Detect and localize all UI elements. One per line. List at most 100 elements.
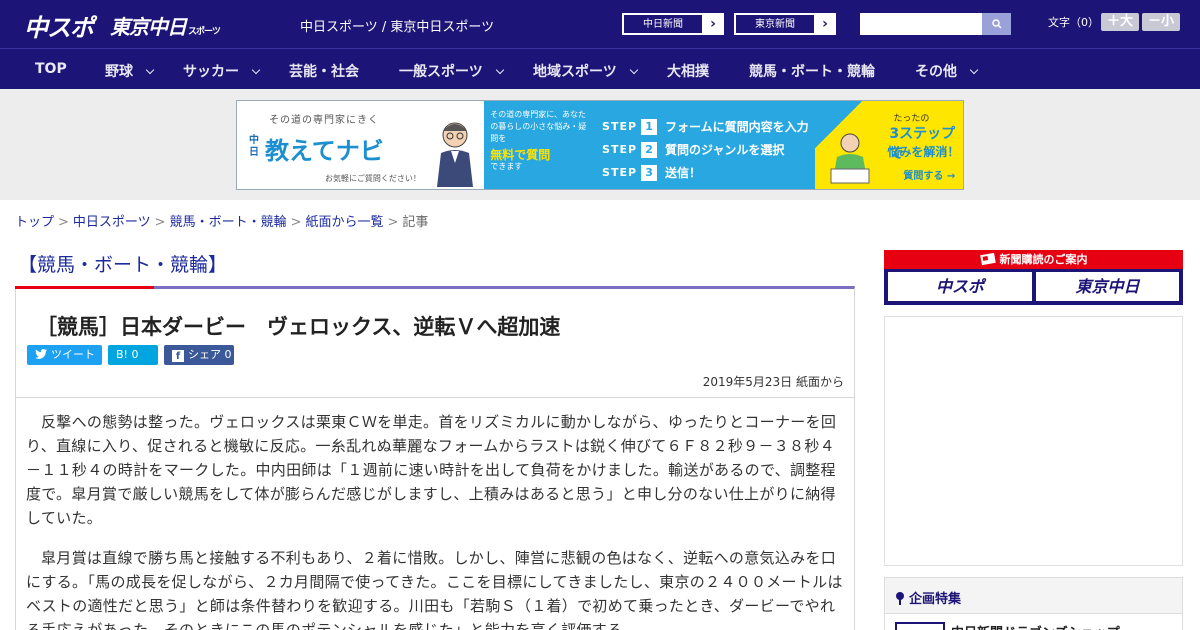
feature-item[interactable]: 中日新聞ドラゴンズショップ xyxy=(885,613,1182,630)
step-number: 2 xyxy=(641,141,658,158)
nav-item-label: 芸能・社会 xyxy=(289,64,359,80)
nav-item-baseball[interactable]: 野球 xyxy=(105,61,155,81)
chevron-down-icon xyxy=(969,65,979,75)
feature-title-text: 企画特集 xyxy=(909,592,962,607)
nav-item-racing[interactable]: 競馬・ボート・競輪 xyxy=(749,61,875,81)
banner-brand-sub: お気軽にご質問ください！ xyxy=(325,174,421,183)
nav-item-label: 一般スポーツ xyxy=(399,64,483,80)
nav-item-regional-sports[interactable]: 地域スポーツ xyxy=(533,61,638,81)
tokyo-chunichi-logo-sub: スポーツ xyxy=(188,27,221,37)
chevron-down-icon xyxy=(251,65,261,75)
chunichi-shimbun-link[interactable]: 中日新聞 › xyxy=(622,13,724,35)
step-number: 3 xyxy=(641,164,658,181)
banner-r3: 悩みを解消！ xyxy=(887,145,960,159)
chevron-down-icon xyxy=(495,65,504,75)
banner-brand: 教えてナビ xyxy=(265,137,384,165)
nav-item-top[interactable]: TOP xyxy=(35,61,67,77)
step-word: STEP xyxy=(602,166,638,179)
hatena-bookmark-button[interactable]: B! 0 xyxy=(108,345,158,365)
nav-item-label: TOP xyxy=(35,61,67,77)
main-nav: TOP 野球 サッカー 芸能・社会 一般スポーツ 地域スポーツ 大相撲 競馬・ボ… xyxy=(0,48,1200,89)
banner-tagline: その道の専門家にきく xyxy=(269,115,379,126)
oshiete-navi-ad-banner[interactable]: その道の専門家にきく 中日 教えてナビ お気軽にご質問ください！ その道の専門家… xyxy=(236,100,964,190)
accent-bar xyxy=(15,286,154,289)
breadcrumb-separator: > xyxy=(58,215,69,230)
banner-steps: STEP 1 フォームに質問内容を入力 STEP 2 質問のジャンルを選択 STEP 3 送… xyxy=(596,101,816,189)
nav-item-label: 地域スポーツ xyxy=(533,64,617,80)
breadcrumb-separator: > xyxy=(290,215,302,230)
twitter-icon xyxy=(35,349,47,359)
category-title: 【競馬・ボート・競輪】 xyxy=(18,254,228,276)
banner-brand-panel: その道の専門家にきく 中日 教えてナビ お気軽にご質問ください！ xyxy=(237,101,485,189)
chuspo-logo[interactable]: 中スポ xyxy=(24,8,94,43)
font-size-up-button[interactable]: ＋大 xyxy=(1101,13,1139,31)
nav-item-other[interactable]: その他 xyxy=(915,61,979,81)
tokyo-chunichi-logo-text: 東京中日 xyxy=(110,15,187,39)
nav-item-general-sports[interactable]: 一般スポーツ xyxy=(399,61,504,81)
breadcrumb-chunichi-sports[interactable]: 中日スポーツ xyxy=(73,215,151,230)
nav-item-entertainment[interactable]: 芸能・社会 xyxy=(289,61,359,81)
nav-item-sumo[interactable]: 大相撲 xyxy=(667,61,709,81)
tokyo-shimbun-label: 東京新聞 xyxy=(735,14,815,34)
feature-title: 企画特集 xyxy=(895,588,961,607)
article-body: 反撃への態勢は整った。ヴェロックスは栗東ＣＷを単走。首をリズミカルに動かしながら… xyxy=(15,398,855,630)
feature-thumbnail xyxy=(895,622,945,630)
search-input[interactable] xyxy=(860,13,982,35)
article-paragraph: 反撃への態勢は整った。ヴェロックスは栗東ＣＷを単走。首をリズミカルに動かしながら… xyxy=(26,413,837,527)
step-text: 質問のジャンルを選択 xyxy=(665,143,785,157)
facebook-share-button[interactable]: f シェア 0 xyxy=(164,345,234,365)
pin-icon xyxy=(896,592,904,605)
chevron-down-icon xyxy=(145,65,155,75)
newspaper-icon xyxy=(979,252,996,266)
breadcrumb-separator: > xyxy=(387,215,399,230)
article-paragraph: 皐月賞は直線で勝ち馬と接触する不利もあり、２着に惜敗。しかし、陣営に悲観の色はな… xyxy=(26,549,843,630)
subscription-label: 新聞購読のご案内 xyxy=(884,251,1183,268)
search-icon xyxy=(991,19,1002,29)
facebook-share-label: シェア 0 xyxy=(188,348,232,361)
man-illustration-icon xyxy=(437,122,473,187)
feature-section: 企画特集 中日新聞ドラゴンズショップ xyxy=(884,577,1183,630)
search-button[interactable] xyxy=(982,13,1011,35)
subscribe-tokyo-chunichi-link[interactable]: 東京中日 xyxy=(1036,272,1179,301)
banner-description: その道の専門家に、あなたの暮らしの小さな悩み・疑問を 無料で質問 できます xyxy=(484,101,597,189)
subscription-label-text: 新聞購読のご案内 xyxy=(999,253,1088,266)
nav-item-label: 野球 xyxy=(105,64,133,80)
breadcrumb-separator: > xyxy=(154,215,166,230)
banner-cta-panel: たったの 3ステップで 悩みを解消！ 質問する → xyxy=(815,101,963,189)
banner-step: STEP 1 フォームに質問内容を入力 xyxy=(602,115,809,138)
breadcrumb-racing[interactable]: 競馬・ボート・競輪 xyxy=(170,215,287,230)
tweet-button[interactable]: ツイート xyxy=(27,345,102,365)
banner-ask-button[interactable]: 質問する → xyxy=(903,167,955,182)
step-text: 送信！ xyxy=(665,166,702,180)
article-date: 2019年5月23日 紙面から xyxy=(702,375,844,389)
step-text: フォームに質問内容を入力 xyxy=(665,120,809,134)
step-word: STEP xyxy=(602,143,638,156)
breadcrumb-paper-list[interactable]: 紙面から一覧 xyxy=(306,215,384,230)
nav-item-label: 競馬・ボート・競輪 xyxy=(749,64,875,80)
article-title: ［競馬］日本ダービー ヴェロックス、逆転Ｖへ超加速 xyxy=(36,315,561,339)
tokyo-chunichi-logo[interactable]: 東京中日 スポーツ xyxy=(110,11,221,40)
person-with-laptop-icon xyxy=(830,133,870,184)
banner-free-label: 無料で質問 xyxy=(490,148,551,162)
nav-item-label: その他 xyxy=(915,64,957,80)
font-size-down-button[interactable]: －小 xyxy=(1142,13,1180,31)
banner-step: STEP 2 質問のジャンルを選択 xyxy=(602,138,809,161)
banner-step: STEP 3 送信！ xyxy=(602,161,809,184)
nav-item-soccer[interactable]: サッカー xyxy=(183,61,261,81)
banner-mid-end: できます xyxy=(490,162,523,171)
chevron-down-icon xyxy=(629,65,638,75)
subscribe-chuspo-link[interactable]: 中スポ xyxy=(888,272,1032,301)
site-title: 中日スポーツ / 東京中日スポーツ xyxy=(300,20,495,35)
tokyo-shimbun-link[interactable]: 東京新聞 › xyxy=(734,13,836,35)
breadcrumb-current: 記事 xyxy=(402,215,429,230)
font-size-label: 文字（0） xyxy=(1048,16,1099,29)
sidebar-ad-slot xyxy=(884,316,1183,566)
nav-item-label: サッカー xyxy=(183,64,239,80)
top-header: 中スポ 東京中日 スポーツ 中日スポーツ / 東京中日スポーツ 中日新聞 › 東京… xyxy=(0,0,1200,48)
tweet-label: ツイート xyxy=(51,348,95,361)
breadcrumb-top[interactable]: トップ xyxy=(15,215,54,230)
chunichi-shimbun-label: 中日新聞 xyxy=(623,14,703,34)
facebook-icon: f xyxy=(172,350,184,362)
banner-mid-text: その道の専門家に、あなたの暮らしの小さな悩み・疑問を xyxy=(490,110,587,143)
step-number: 1 xyxy=(641,118,658,135)
